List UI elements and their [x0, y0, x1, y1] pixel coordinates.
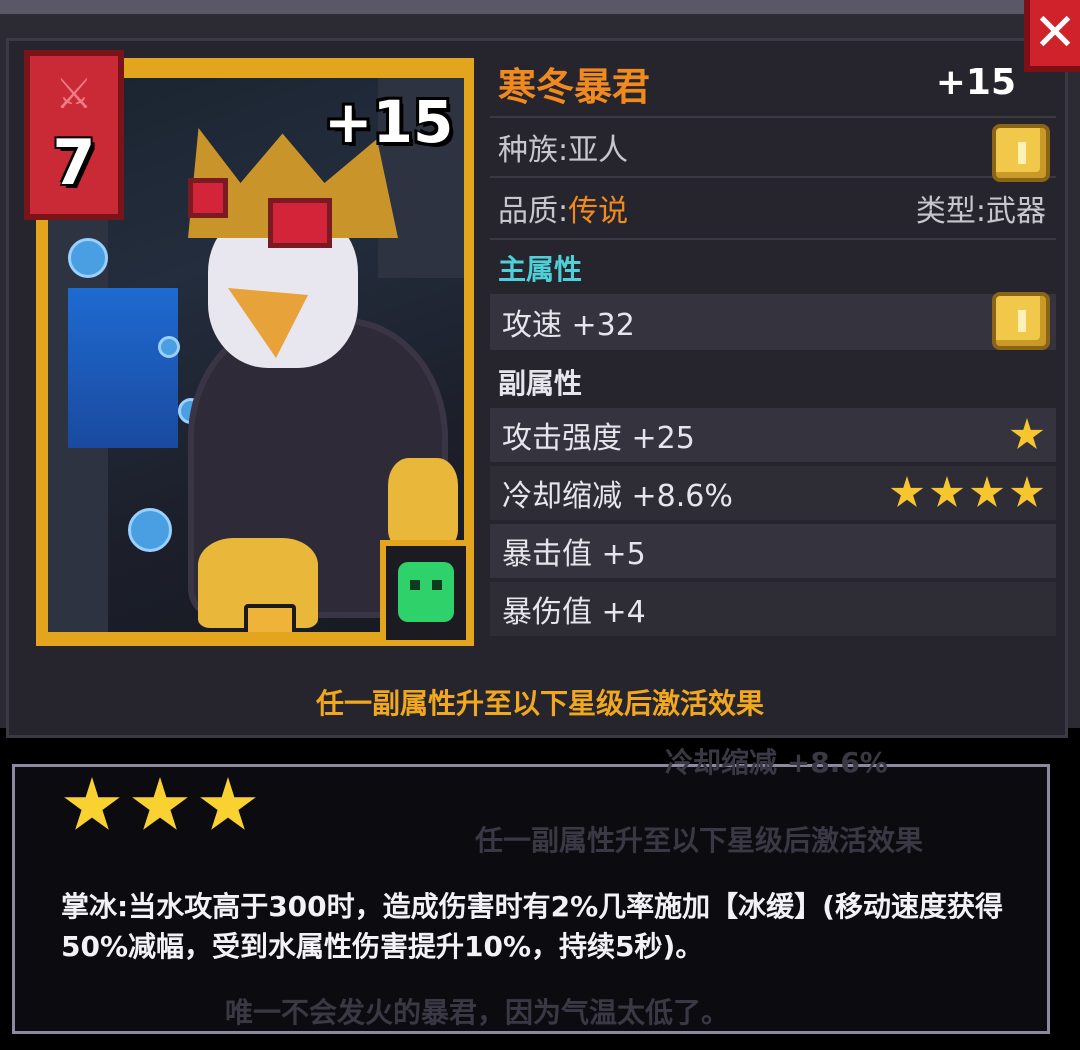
coin-icon[interactable]: [992, 124, 1050, 182]
coin-icon[interactable]: [992, 292, 1050, 350]
main-attribute-header: 主属性: [498, 253, 583, 286]
quality-label: 品质:: [498, 194, 569, 229]
star-icon: [930, 476, 964, 507]
activate-hint: 任一副属性升至以下星级后激活效果: [315, 687, 764, 720]
star-icon: [200, 777, 256, 830]
level-badge: ⚔ 7: [24, 50, 124, 220]
race-label: 种族:亚人: [498, 133, 629, 168]
background-ghost-text: 冷却缩减 +8.6%: [665, 746, 888, 779]
sub-attribute-text: 暴伤值 +4: [502, 595, 646, 630]
type-label: 类型:武器: [915, 194, 1046, 229]
pet-slot[interactable]: [380, 540, 472, 646]
sword-icon: ⚔: [55, 69, 93, 118]
sub-attribute-row: 暴伤值 +4: [490, 582, 1056, 636]
star-icon: [1010, 476, 1044, 507]
item-name: 寒冬暴君: [498, 65, 651, 109]
sub-attribute-text: 暴击值 +5: [502, 537, 646, 572]
required-star-level: [63, 777, 257, 835]
main-attribute-stat: 攻速 +32: [502, 308, 635, 343]
item-card: ⚔ 7 +15: [24, 50, 474, 648]
effect-description: 掌冰:当水攻高于300时，造成伤害时有2%几率施加【冰缓】(移动速度获得50%减…: [61, 890, 1003, 963]
quality-value: 传说: [568, 194, 629, 229]
sub-attribute-header: 副属性: [498, 367, 583, 400]
star-icon: [970, 476, 1004, 507]
star-icon: [890, 476, 924, 507]
sub-attribute-row: 攻击强度 +25: [490, 408, 1056, 462]
sub-attribute-text: 攻击强度 +25: [502, 421, 695, 456]
card-level: 7: [52, 126, 96, 199]
lock-icon: [244, 604, 296, 632]
item-info: 寒冬暴君 +15 种族:亚人 品质: 传说 类型:武器 主属性 攻速 +32 副…: [490, 50, 1056, 640]
card-enhance-level: +15: [324, 88, 454, 156]
star-rating: [890, 476, 1044, 510]
star-rating: [1010, 418, 1044, 452]
background-ghost-text: 任一副属性升至以下星级后激活效果: [475, 824, 924, 857]
sub-attribute-row: 冷却缩减 +8.6%: [490, 466, 1056, 520]
green-slime-icon: [398, 562, 454, 622]
sub-attribute-row: 暴击值 +5: [490, 524, 1056, 578]
star-icon: [132, 777, 188, 830]
star-icon: [64, 777, 120, 830]
star-icon: [1010, 418, 1044, 449]
sub-attribute-text: 冷却缩减 +8.6%: [502, 479, 733, 514]
set-effect-tooltip: 冷却缩减 +8.6% 任一副属性升至以下星级后激活效果 唯一不会发火的暴君，因为…: [12, 746, 1050, 1034]
background-ghost-text: 唯一不会发火的暴君，因为气温太低了。: [225, 996, 730, 1029]
item-enhance-level: +15: [935, 62, 1016, 103]
